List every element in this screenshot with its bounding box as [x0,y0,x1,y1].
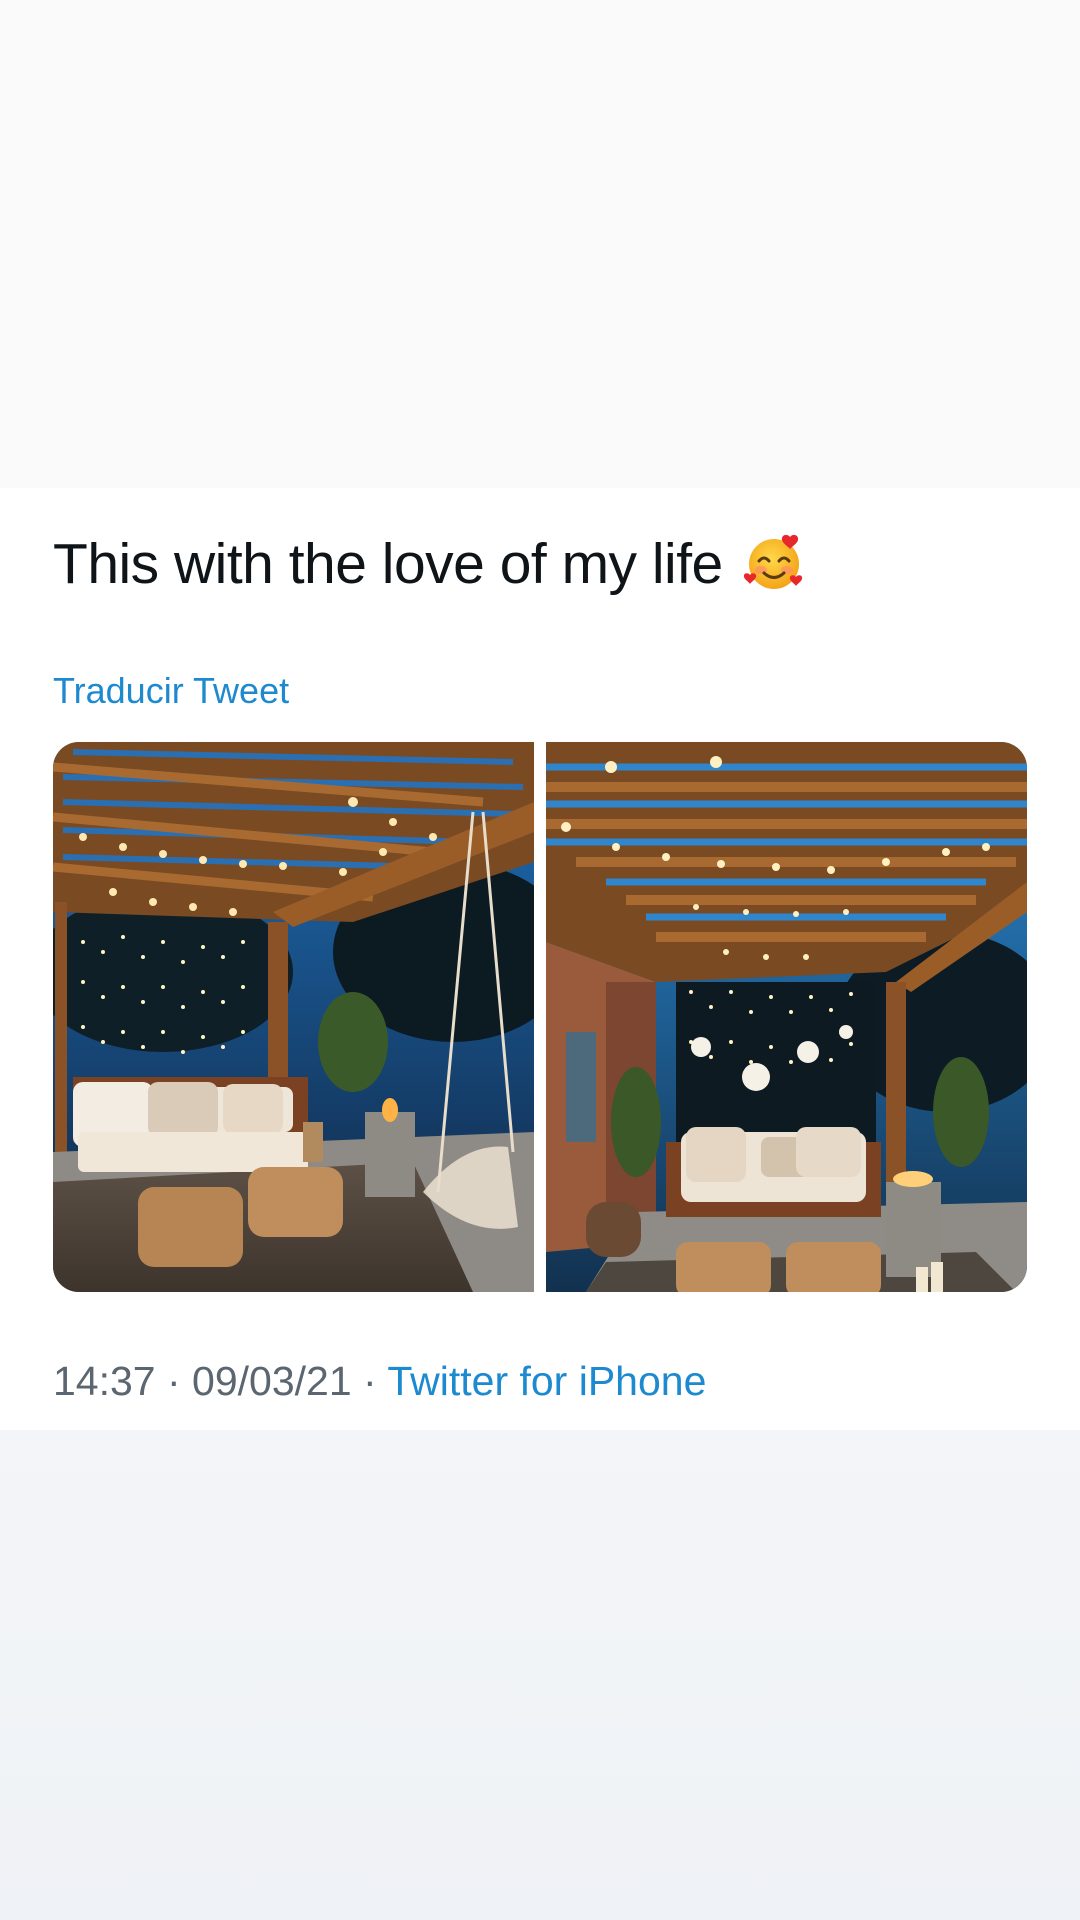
top-blank-area [0,0,1080,488]
meta-separator-2: · [351,1358,388,1404]
tweet-media-gallery [53,742,1027,1292]
smiling-face-with-hearts-icon [743,531,806,593]
tweet-time: 14:37 [53,1358,156,1404]
tweet-photo-2[interactable] [546,742,1027,1292]
meta-separator-1: · [155,1358,193,1404]
tweet-meta: 14:37 · 09/03/21 · Twitter for iPhone [53,1358,706,1405]
tweet-source-link[interactable]: Twitter for iPhone [387,1358,706,1404]
tweet-text: This with the love of my life [53,530,806,598]
tweet-photo-1[interactable] [53,742,534,1292]
bottom-blank-area [0,1430,1080,1920]
tweet-card: This with the love of my life Traducir T… [0,488,1080,1430]
translate-tweet-link[interactable]: Traducir Tweet [53,670,289,712]
tweet-text-content: This with the love of my life [53,532,723,596]
tweet-date: 09/03/21 [192,1358,352,1404]
